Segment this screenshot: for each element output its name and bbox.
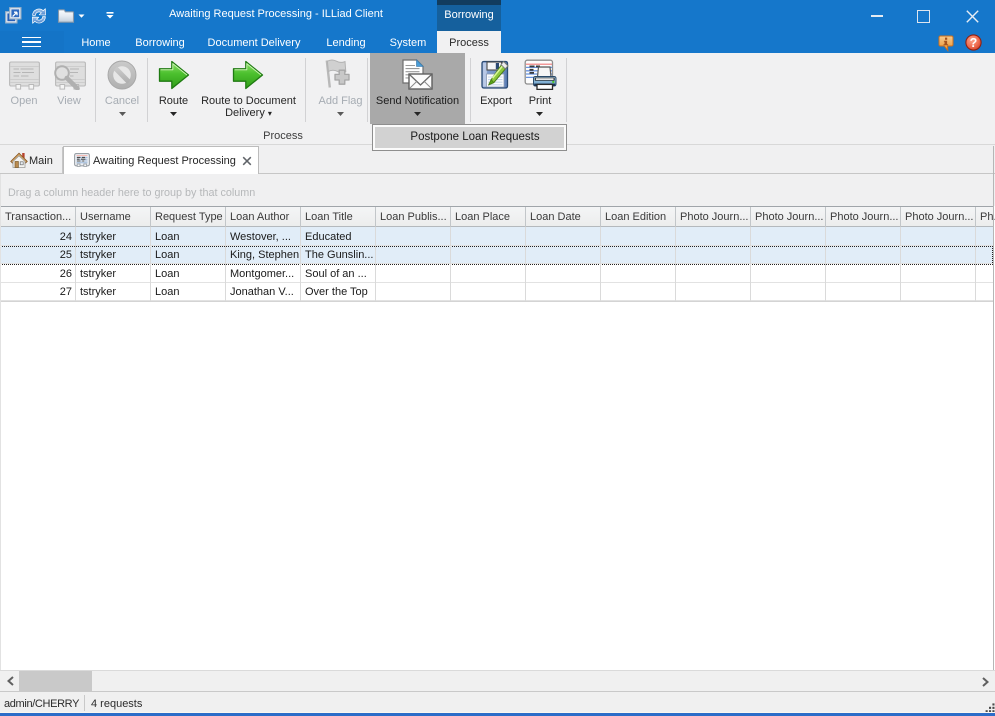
svg-text:?: ? bbox=[970, 36, 978, 50]
